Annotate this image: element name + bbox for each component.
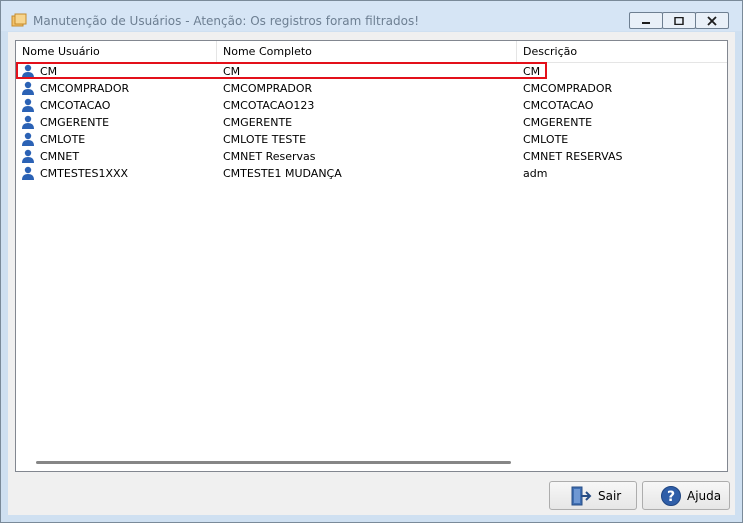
minimize-button[interactable] [629, 12, 663, 29]
grid-header: Nome Usuário Nome Completo Descrição [16, 41, 727, 63]
cell-full-name: CMNET Reservas [223, 150, 316, 163]
scrollbar-thumb[interactable] [36, 461, 511, 464]
cell-full-name: CMCOTACAO123 [223, 99, 315, 112]
user-icon [22, 81, 34, 95]
cell-description: CMCOMPRADOR [523, 82, 613, 95]
user-maintenance-window: Manutenção de Usuários - Atenção: Os reg… [0, 0, 743, 523]
cell-description: CM [523, 65, 541, 78]
user-icon [22, 149, 34, 163]
cell-full-name: CM [223, 65, 241, 78]
cell-user-name: CMNET [40, 150, 80, 163]
title-bar[interactable]: Manutenção de Usuários - Atenção: Os reg… [1, 1, 742, 31]
cell-user-name: CMTESTES1XXX [40, 167, 129, 180]
cell-description: CMGERENTE [523, 116, 593, 129]
column-header-user-name[interactable]: Nome Usuário [16, 41, 217, 62]
svg-text:?: ? [667, 489, 675, 505]
client-area: Nome Usuário Nome Completo Descrição CM … [8, 32, 735, 515]
close-icon [707, 16, 717, 25]
cell-description: CMCOTACAO [523, 99, 594, 112]
cell-user-name: CMCOMPRADOR [40, 82, 130, 95]
cell-user-name: CMCOTACAO [40, 99, 111, 112]
table-row[interactable]: CMNET CMNET Reservas CMNET RESERVAS [16, 148, 727, 165]
cell-full-name: CMGERENTE [223, 116, 293, 129]
table-row[interactable]: CM CM CM [16, 62, 727, 80]
selection-highlight [16, 62, 547, 79]
user-icon [22, 64, 34, 78]
grid-rows: CM CM CM CMCOMPRADOR CMCOMPRADOR CMCOMPR… [16, 62, 727, 182]
cell-full-name: CMCOMPRADOR [223, 82, 313, 95]
user-icon [22, 166, 34, 180]
column-header-description[interactable]: Descrição [517, 41, 727, 62]
app-folder-icon [11, 13, 27, 27]
cell-full-name: CMTESTE1 MUDANÇA [223, 167, 342, 180]
user-icon [22, 98, 34, 112]
cell-user-name: CMLOTE [40, 133, 86, 146]
cell-description: CMNET RESERVAS [523, 150, 623, 163]
users-grid[interactable]: Nome Usuário Nome Completo Descrição CM … [15, 40, 728, 472]
user-icon [22, 115, 34, 129]
help-button-label: Ajuda [687, 489, 722, 503]
table-row[interactable]: CMCOTACAO CMCOTACAO123 CMCOTACAO [16, 97, 727, 114]
cell-user-name: CM [40, 65, 58, 78]
exit-button[interactable]: Sair [549, 481, 637, 510]
maximize-icon [674, 16, 684, 25]
table-row[interactable]: CMLOTE CMLOTE TESTE CMLOTE [16, 131, 727, 148]
minimize-icon [642, 21, 650, 24]
exit-door-icon [571, 486, 592, 506]
help-icon: ? [661, 486, 681, 506]
cell-description: CMLOTE [523, 133, 569, 146]
help-button[interactable]: ? Ajuda [642, 481, 730, 510]
user-icon [22, 132, 34, 146]
table-row[interactable]: CMTESTES1XXX CMTESTE1 MUDANÇA adm [16, 165, 727, 182]
cell-full-name: CMLOTE TESTE [223, 133, 307, 146]
column-header-full-name[interactable]: Nome Completo [217, 41, 517, 62]
horizontal-scrollbar[interactable] [16, 454, 727, 471]
table-row[interactable]: CMCOMPRADOR CMCOMPRADOR CMCOMPRADOR [16, 80, 727, 97]
table-row[interactable]: CMGERENTE CMGERENTE CMGERENTE [16, 114, 727, 131]
exit-button-label: Sair [598, 489, 622, 503]
close-button[interactable] [695, 12, 729, 29]
cell-user-name: CMGERENTE [40, 116, 110, 129]
cell-description: adm [523, 167, 548, 180]
maximize-button[interactable] [662, 12, 696, 29]
window-title: Manutenção de Usuários - Atenção: Os reg… [33, 14, 420, 28]
